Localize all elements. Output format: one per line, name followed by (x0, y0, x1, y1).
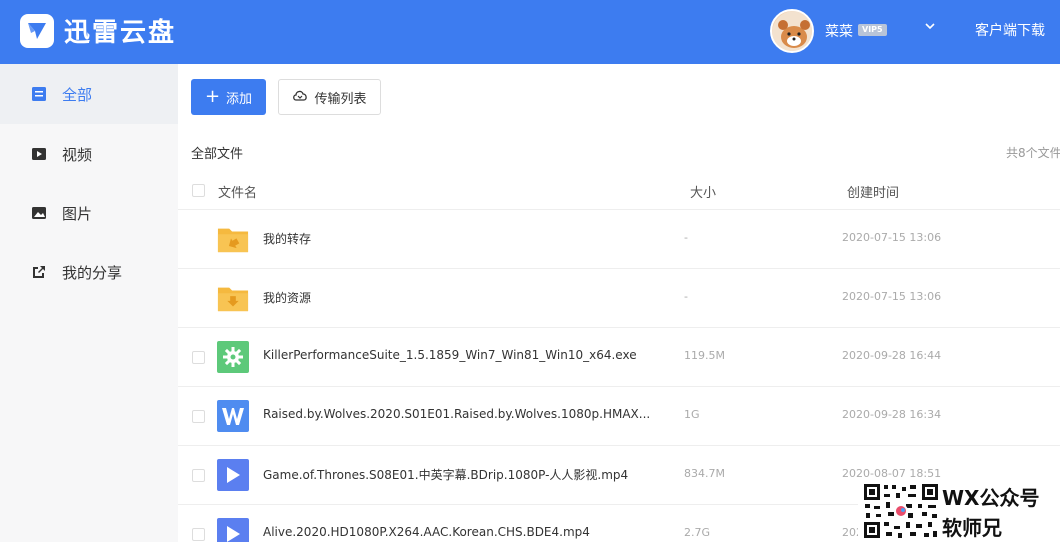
watermark-text: 软师兄 (942, 516, 1002, 540)
column-size[interactable]: 大小 (690, 182, 716, 201)
avatar[interactable] (770, 9, 814, 53)
select-all-checkbox[interactable] (192, 184, 205, 197)
file-time: 2020-07-15 13:06 (842, 231, 942, 244)
file-time: 2020-09-28 16:34 (842, 408, 942, 421)
bird-logo-icon (20, 13, 54, 48)
watermark-overlay: WX公众号 软师兄 (858, 480, 1060, 542)
file-name[interactable]: 我的资源 (263, 289, 311, 306)
sidebar: 全部 视频 图片 我的分享 (0, 64, 178, 542)
file-name[interactable]: 我的转存 (263, 230, 311, 247)
file-count: 共8个文件 (1006, 146, 1060, 160)
row-checkbox[interactable] (192, 233, 205, 246)
table-row[interactable]: Raised.by.Wolves.2020.S01E01.Raised.by.W… (178, 387, 1060, 446)
file-time: 2020-07-15 13:06 (842, 290, 942, 303)
file-name[interactable]: Game.of.Thrones.S08E01.中英字幕.BDrip.1080P-… (263, 466, 628, 483)
top-header: 迅雷云盘 菜菜 VIP5 客户端下载 (0, 0, 1060, 64)
sidebar-item-image[interactable]: 图片 (0, 183, 178, 243)
file-size: - (684, 231, 688, 244)
row-checkbox[interactable] (192, 528, 205, 541)
share-icon (31, 264, 47, 280)
row-checkbox[interactable] (192, 351, 205, 364)
list-icon (31, 86, 47, 102)
app-logo[interactable]: 迅雷云盘 (20, 12, 176, 49)
plus-icon: + (204, 86, 221, 107)
sidebar-item-label: 我的分享 (62, 263, 123, 282)
table-row[interactable]: 我的转存 - 2020-07-15 13:06 (178, 210, 1060, 269)
table-row[interactable]: KillerPerformanceSuite_1.5.1859_Win7_Win… (178, 328, 1060, 387)
folder-share-icon (217, 223, 249, 255)
row-checkbox[interactable] (192, 292, 205, 305)
cloud-transfer-icon (292, 88, 314, 106)
row-checkbox[interactable] (192, 410, 205, 423)
folder-download-icon (217, 282, 249, 314)
file-size: 119.5M (684, 349, 725, 362)
file-time: 2020-09-28 16:44 (842, 349, 942, 362)
image-icon (31, 205, 47, 221)
sidebar-item-share[interactable]: 我的分享 (0, 242, 178, 302)
sidebar-item-all[interactable]: 全部 (0, 64, 178, 124)
file-size: 834.7M (684, 467, 725, 480)
file-name[interactable]: KillerPerformanceSuite_1.5.1859_Win7_Win… (263, 348, 637, 362)
username[interactable]: 菜菜 (825, 21, 853, 41)
exe-gear-icon (217, 341, 249, 373)
file-name[interactable]: Raised.by.Wolves.2020.S01E01.Raised.by.W… (263, 407, 650, 421)
file-size: - (684, 290, 688, 303)
file-name[interactable]: Alive.2020.HD1080P.X264.AAC.Korean.CHS.B… (263, 525, 590, 539)
app-title: 迅雷云盘 (64, 18, 177, 48)
vip-badge: VIP5 (858, 24, 887, 36)
add-button[interactable]: + 添加 (191, 79, 266, 115)
video-file-icon (217, 518, 249, 542)
column-time[interactable]: 创建时间 (847, 182, 899, 201)
table-row[interactable]: 我的资源 - 2020-07-15 13:06 (178, 269, 1060, 328)
sidebar-item-label: 全部 (62, 85, 93, 104)
file-size: 2.7G (684, 526, 711, 539)
video-file-icon (217, 459, 249, 491)
client-download-link[interactable]: 客户端下载 (975, 20, 1045, 40)
sidebar-item-video[interactable]: 视频 (0, 124, 178, 184)
file-size: 1G (684, 408, 700, 421)
breadcrumb[interactable]: 全部文件 (191, 143, 243, 162)
column-name[interactable]: 文件名 (218, 182, 257, 201)
row-checkbox[interactable] (192, 469, 205, 482)
word-doc-icon (217, 400, 249, 432)
sidebar-item-label: 图片 (62, 204, 93, 223)
transfer-list-button[interactable]: 传输列表 (278, 79, 381, 115)
qr-code-icon (862, 482, 940, 540)
video-icon (31, 146, 47, 162)
chevron-down-icon[interactable] (922, 18, 938, 34)
watermark-text: WX公众号 (942, 486, 1040, 510)
table-header: 文件名 大小 创建时间 (178, 170, 1060, 210)
sidebar-item-label: 视频 (62, 145, 93, 164)
file-time: 2020-08-07 18:51 (842, 467, 942, 480)
